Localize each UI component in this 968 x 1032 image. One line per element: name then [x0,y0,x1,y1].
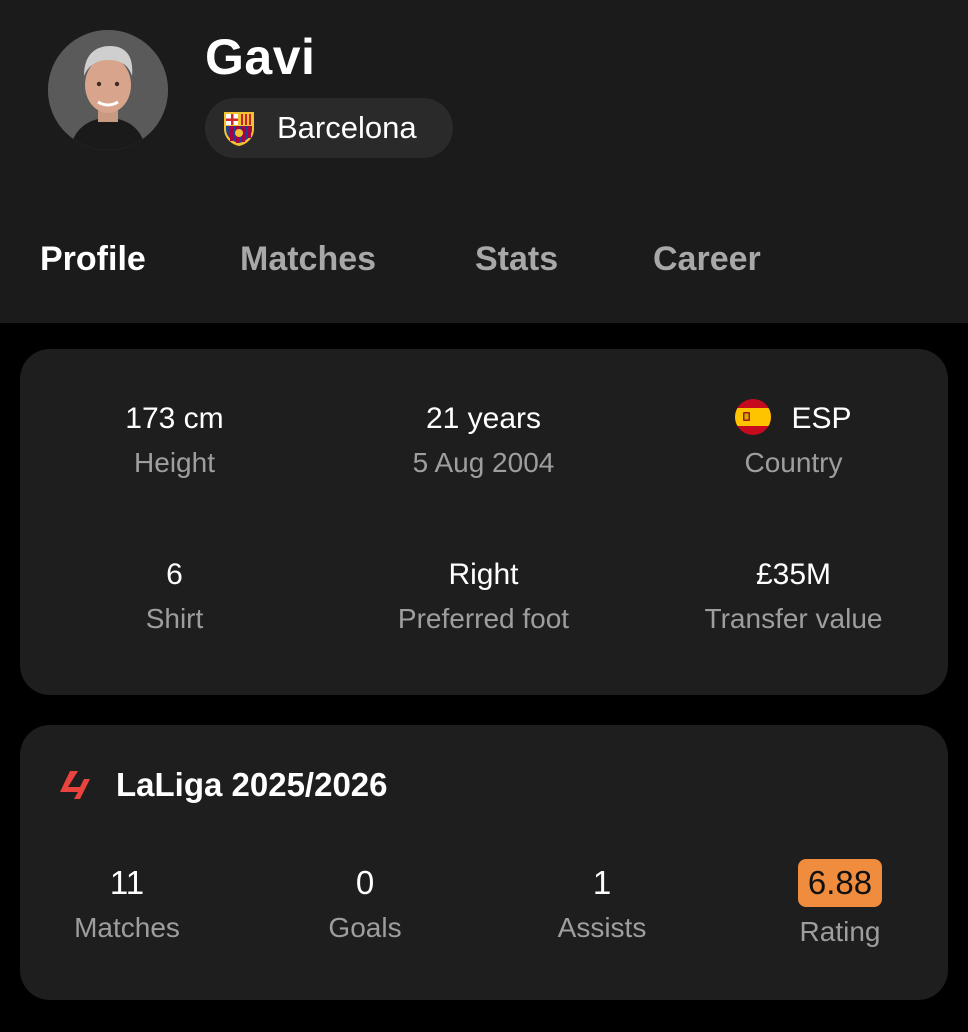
assists-stat: 1 Assists [483,862,721,944]
league-stats-card[interactable]: LaLiga 2025/2026 11 Matches 0 Goals 1 As… [20,725,948,1000]
team-chip[interactable]: Barcelona [205,98,453,158]
tab-matches[interactable]: Matches [240,240,376,279]
tab-profile[interactable]: Profile [40,240,146,279]
player-header: Gavi Barcelona Profile Matches Stats Car… [0,0,968,323]
shirt-value: 6 [166,558,183,591]
league-header: LaLiga 2025/2026 [56,765,388,805]
team-name: Barcelona [277,110,417,145]
foot-label: Preferred foot [397,603,570,634]
foot-cell: Right Preferred foot [329,555,638,635]
profile-info-card: 173 cm Height 21 years 5 Aug 2004 ESP Co… [20,349,948,695]
rating-label: Rating [799,916,881,947]
country-code: ESP [791,402,852,435]
player-photo [48,30,168,150]
rating-badge: 6.88 [797,859,883,907]
country-value-row: ESP [639,399,948,439]
matches-value: 11 [109,864,145,901]
height-cell: 173 cm Height [20,399,329,479]
laliga-logo-icon [60,771,90,799]
matches-stat: 11 Matches [8,862,246,944]
age-cell: 21 years 5 Aug 2004 [329,399,638,479]
country-cell[interactable]: ESP Country [639,399,948,479]
assists-value: 1 [592,864,612,901]
player-avatar [48,30,168,150]
height-label: Height [134,447,215,478]
transfer-value: £35M [755,558,832,591]
goals-value: 0 [355,864,375,901]
assists-label: Assists [557,912,647,943]
matches-label: Matches [74,912,180,943]
rating-value-wrap: 6.88 [721,858,959,908]
transfer-cell[interactable]: £35M Transfer value [639,555,948,635]
goals-stat: 0 Goals [246,862,484,944]
tab-bar: Profile Matches Stats Career [0,240,968,290]
foot-value: Right [448,558,519,591]
league-name: LaLiga 2025/2026 [116,766,388,803]
country-label: Country [744,447,843,478]
tab-stats[interactable]: Stats [475,240,558,279]
tab-career[interactable]: Career [653,240,761,279]
height-value: 173 cm [125,402,224,435]
rating-stat: 6.88 Rating [721,858,959,948]
shirt-cell: 6 Shirt [20,555,329,635]
shirt-label: Shirt [145,603,204,634]
spain-flag-icon [735,399,772,436]
age-value: 21 years [425,402,542,435]
goals-label: Goals [328,912,402,943]
barcelona-crest-icon [224,112,254,146]
transfer-label: Transfer value [704,603,883,634]
birth-date: 5 Aug 2004 [412,447,555,478]
player-name: Gavi [205,29,316,85]
